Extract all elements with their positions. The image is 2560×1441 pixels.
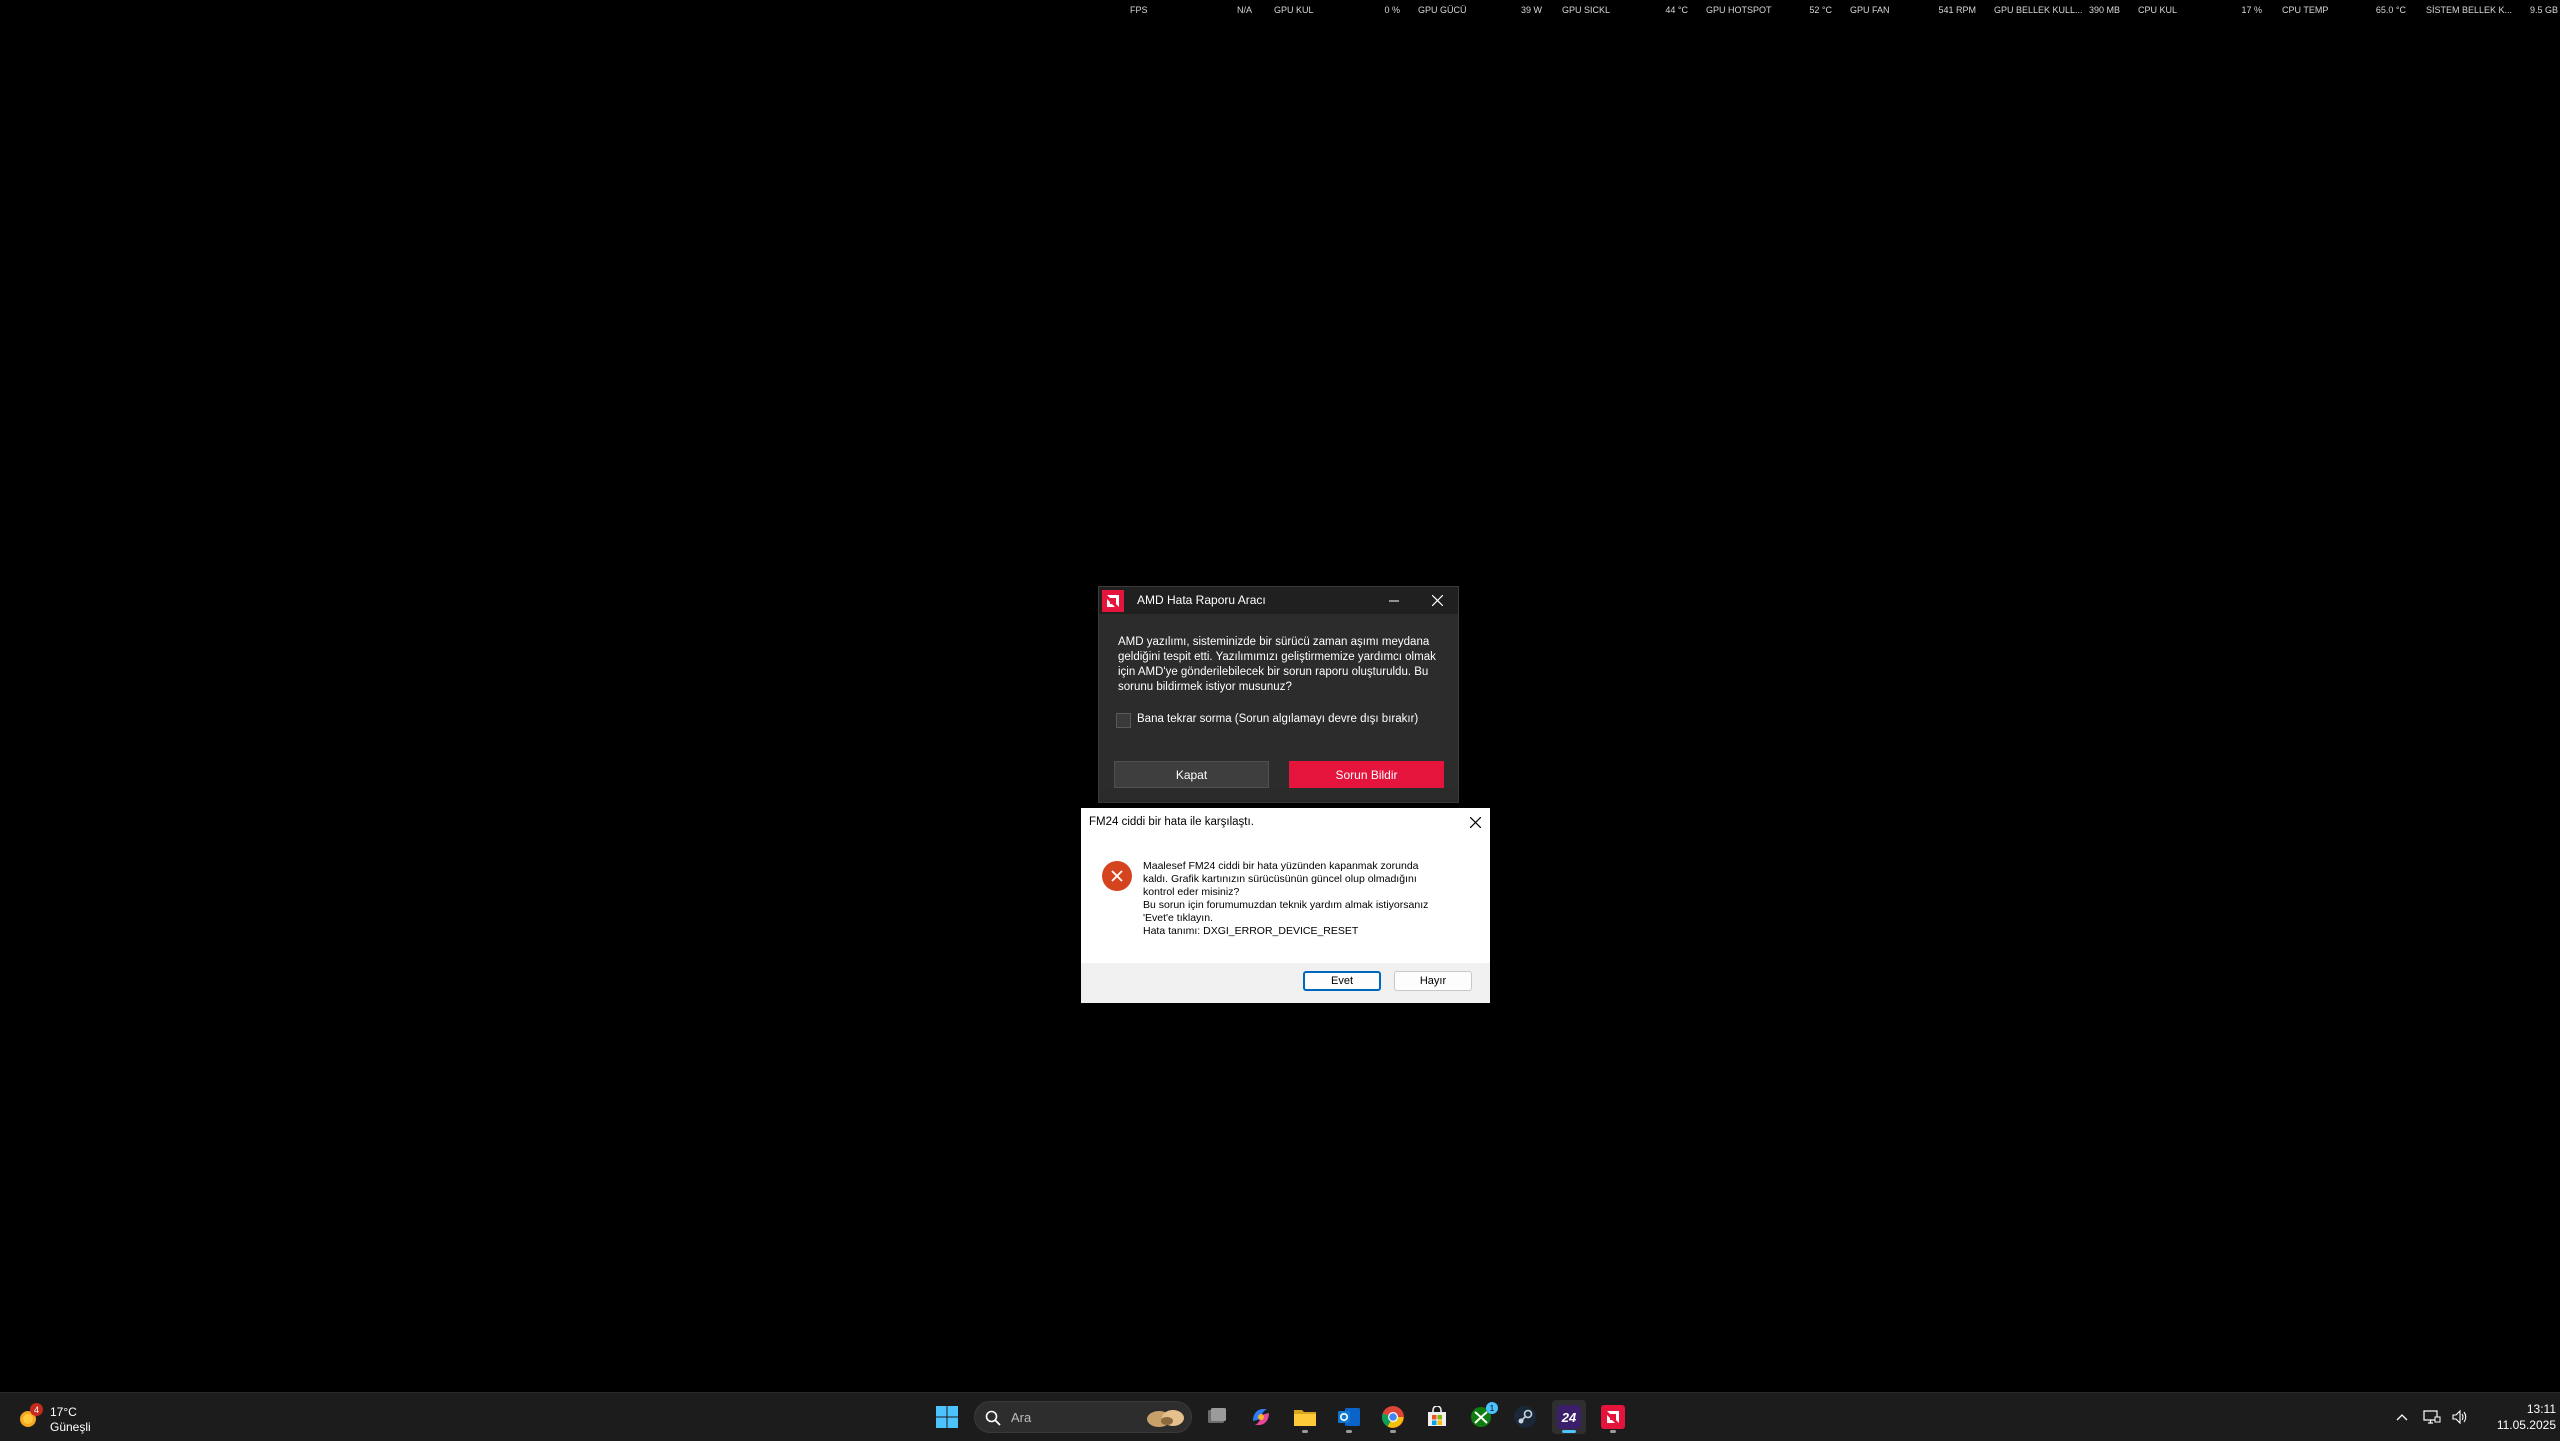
- clock-date: 11.05.2025: [2496, 1418, 2556, 1432]
- evet-button[interactable]: Evet: [1303, 971, 1381, 991]
- weather-temp: 17°C: [50, 1405, 77, 1419]
- osd-value-system-memory: 9.5 GB: [2529, 5, 2558, 15]
- fm24-dialog-message: Maalesef FM24 ciddi bir hata yüzünden ka…: [1143, 860, 1483, 938]
- osd-label-gpu-power: GPU GÜCÜ: [1418, 5, 1467, 15]
- amd-dialog-title: AMD Hata Raporu Aracı: [1137, 593, 1266, 607]
- osd-label-gpu-usage: GPU KUL: [1274, 5, 1314, 15]
- fm24-button[interactable]: 24: [1552, 1400, 1586, 1434]
- error-description: Hata tanımı: DXGI_ERROR_DEVICE_RESET: [1143, 925, 1359, 937]
- file-explorer-icon: [1294, 1410, 1316, 1426]
- osd-value-gpu-power: 39 W: [1520, 5, 1542, 15]
- osd-value-cpu-usage: 17 %: [2241, 5, 2262, 15]
- chevron-up-icon: [2396, 1414, 2408, 1421]
- fm24-icon: 24: [1557, 1405, 1581, 1429]
- dont-ask-again-label[interactable]: Bana tekrar sorma (Sorun algılamayı devr…: [1137, 713, 1418, 725]
- message-line: kaldı. Grafik kartınızın sürücüsünün gün…: [1143, 873, 1417, 885]
- running-indicator: [1390, 1430, 1396, 1433]
- running-indicator: [1346, 1430, 1352, 1433]
- chrome-button[interactable]: [1376, 1400, 1410, 1434]
- error-icon: [1102, 861, 1132, 891]
- close-icon: [1469, 816, 1481, 828]
- running-indicator: [1610, 1430, 1616, 1433]
- fm24-close-button[interactable]: [1464, 811, 1486, 833]
- fm24-error-dialog: FM24 ciddi bir hata ile karşılaştı. Maal…: [1081, 808, 1490, 1003]
- outlook-button[interactable]: [1332, 1400, 1366, 1434]
- osd-value-cpu-temp: 65.0 °C: [2375, 5, 2406, 15]
- file-explorer-button[interactable]: [1288, 1400, 1322, 1434]
- osd-label-gpu-temp: GPU SICKL: [1562, 5, 1611, 15]
- osd-value-fps: N/A: [1236, 5, 1252, 15]
- dont-ask-again-checkbox[interactable]: [1116, 713, 1131, 728]
- task-view-icon: [1208, 1408, 1226, 1423]
- osd-label-cpu-temp: CPU TEMP: [2282, 5, 2329, 15]
- search-highlight-icon: [1147, 1410, 1184, 1427]
- amd-dialog-message: AMD yazılımı, sisteminizde bir sürücü za…: [1118, 636, 1436, 693]
- message-line: Maalesef FM24 ciddi bir hata yüzünden ka…: [1143, 860, 1419, 872]
- weather-badge: 4: [30, 1403, 43, 1416]
- osd-label-system-memory: SİSTEM BELLEK K...: [2426, 5, 2513, 15]
- osd-label-cpu-usage: CPU KUL: [2138, 5, 2178, 15]
- steam-button[interactable]: [1508, 1400, 1542, 1434]
- clock[interactable]: 13:11 11.05.2025: [2476, 1401, 2556, 1433]
- performance-overlay: FPS N/A GPU KUL 0 % GPU GÜCÜ 39 W GPU SI…: [0, 5, 2560, 19]
- message-line: 'Evet'e tıklayın.: [1143, 912, 1213, 924]
- sorun-bildir-button[interactable]: Sorun Bildir: [1289, 761, 1444, 788]
- message-line: kontrol eder misiniz?: [1143, 886, 1240, 898]
- xbox-button[interactable]: 1: [1464, 1400, 1498, 1434]
- close-icon: [1431, 595, 1443, 606]
- weather-condition: Güneşli: [50, 1420, 91, 1434]
- running-indicator: [1302, 1430, 1308, 1433]
- chrome-icon: [1381, 1406, 1404, 1428]
- network-button[interactable]: [2420, 1393, 2444, 1441]
- amd-close-window-button[interactable]: [1417, 587, 1457, 614]
- active-indicator: [1562, 1430, 1576, 1433]
- clock-time: 13:11: [2526, 1402, 2556, 1416]
- copilot-icon: [1253, 1409, 1269, 1425]
- start-icon: [936, 1406, 958, 1428]
- start-button[interactable]: [930, 1400, 964, 1434]
- osd-value-gpu-hotspot: 52 °C: [1809, 5, 1832, 15]
- amd-dialog-titlebar[interactable]: AMD Hata Raporu Aracı: [1099, 587, 1458, 614]
- task-view-button[interactable]: [1200, 1400, 1234, 1434]
- osd-label-fps: FPS: [1130, 5, 1148, 15]
- osd-value-gpu-temp: 44 °C: [1665, 5, 1688, 15]
- volume-button[interactable]: [2448, 1393, 2472, 1441]
- amd-software-icon: [1601, 1405, 1625, 1429]
- amd-error-report-dialog: AMD Hata Raporu Aracı AMD yazılımı, sist…: [1099, 587, 1458, 802]
- steam-icon: [1514, 1406, 1536, 1428]
- outlook-icon: [1338, 1408, 1360, 1426]
- show-hidden-icons-button[interactable]: [2392, 1393, 2412, 1441]
- osd-label-gpu-fan: GPU FAN: [1850, 5, 1890, 15]
- osd-label-gpu-memory: GPU BELLEK KULL...: [1994, 5, 2083, 15]
- amd-logo-icon: [1102, 590, 1124, 612]
- kapat-button[interactable]: Kapat: [1114, 761, 1269, 788]
- hayir-button[interactable]: Hayır: [1394, 971, 1472, 991]
- message-line: Bu sorun için forumumuzdan teknik yardım…: [1143, 899, 1429, 911]
- network-icon: [2423, 1410, 2441, 1424]
- taskbar: 4 17°C Güneşli Ara 1 24 13:11 11.05.2025: [0, 1392, 2560, 1441]
- osd-value-gpu-memory: 390 MB: [2088, 5, 2120, 15]
- amd-software-button[interactable]: [1596, 1400, 1630, 1434]
- xbox-notification-badge: 1: [1486, 1402, 1498, 1414]
- microsoft-store-button[interactable]: [1420, 1400, 1454, 1434]
- osd-label-gpu-hotspot: GPU HOTSPOT: [1706, 5, 1772, 15]
- taskbar-search[interactable]: Ara: [974, 1401, 1192, 1433]
- search-placeholder: Ara: [1011, 1410, 1032, 1425]
- minimize-icon: [1389, 600, 1399, 601]
- minimize-button[interactable]: [1374, 587, 1414, 614]
- microsoft-store-icon: [1428, 1406, 1446, 1426]
- copilot-button[interactable]: [1244, 1400, 1278, 1434]
- osd-value-gpu-usage: 0 %: [1384, 5, 1400, 15]
- osd-value-gpu-fan: 541 RPM: [1938, 5, 1976, 15]
- fm24-dialog-title: FM24 ciddi bir hata ile karşılaştı.: [1089, 816, 1254, 828]
- volume-icon: [2452, 1409, 2467, 1425]
- search-icon: [985, 1410, 1001, 1426]
